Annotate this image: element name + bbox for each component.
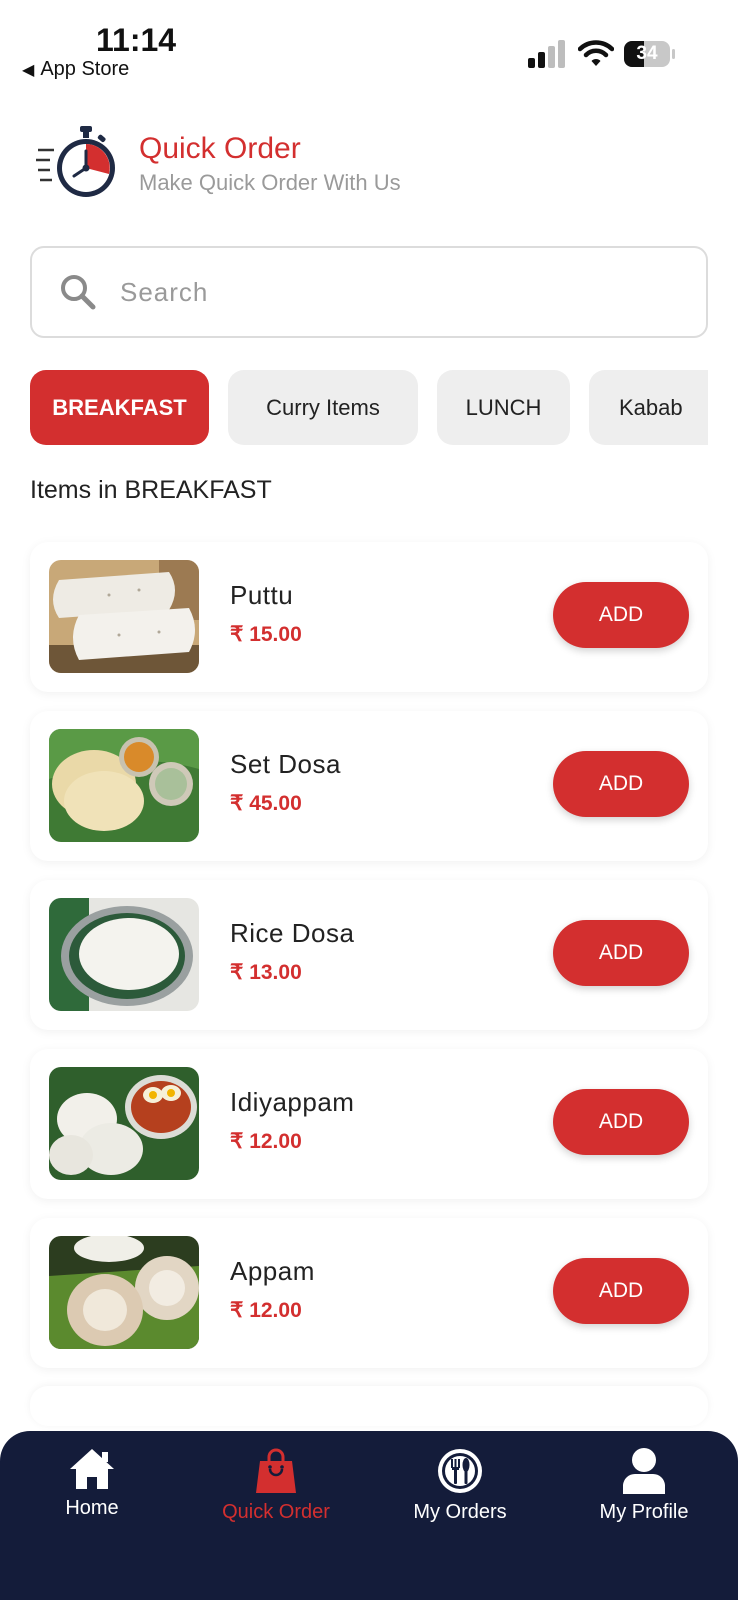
item-price: ₹ 12.00 bbox=[230, 1130, 302, 1153]
list-item-partial bbox=[30, 1386, 708, 1426]
add-button[interactable]: ADD bbox=[553, 1258, 689, 1324]
page-subtitle: Make Quick Order With Us bbox=[139, 170, 401, 195]
item-name: Rice Dosa bbox=[230, 918, 355, 948]
cellular-signal-icon bbox=[528, 40, 565, 68]
page-header: Quick Order Make Quick Order With Us bbox=[36, 124, 716, 204]
item-name: Idiyappam bbox=[230, 1087, 355, 1117]
search-input[interactable] bbox=[120, 276, 640, 308]
battery-icon: 34 bbox=[624, 40, 676, 68]
status-time: 11:14 bbox=[96, 22, 177, 58]
bottom-nav: Home Quick Order My Orders My Profile bbox=[0, 1431, 738, 1600]
list-item: Set Dosa ₹ 45.00 ADD bbox=[30, 711, 708, 861]
wifi-icon bbox=[578, 40, 614, 66]
food-image bbox=[49, 1236, 199, 1349]
food-image bbox=[49, 560, 199, 673]
battery-level: 34 bbox=[636, 43, 658, 64]
back-arrow-icon: ◀ bbox=[22, 61, 35, 79]
nav-label-home: Home bbox=[65, 1497, 119, 1519]
list-item: Idiyappam ₹ 12.00 ADD bbox=[30, 1049, 708, 1199]
plate-cutlery-icon bbox=[438, 1449, 482, 1493]
item-name: Appam bbox=[230, 1256, 315, 1286]
list-item: Appam ₹ 12.00 ADD bbox=[30, 1218, 708, 1368]
category-tab-curry-items[interactable]: Curry Items bbox=[228, 370, 418, 445]
add-button[interactable]: ADD bbox=[553, 1089, 689, 1155]
nav-label-my-profile: My Profile bbox=[599, 1501, 689, 1523]
nav-item-quick-order[interactable]: Quick Order bbox=[184, 1447, 368, 1537]
list-item: Rice Dosa ₹ 13.00 ADD bbox=[30, 880, 708, 1030]
nav-label-quick-order: Quick Order bbox=[222, 1501, 330, 1523]
add-button[interactable]: ADD bbox=[553, 582, 689, 648]
nav-item-home[interactable]: Home bbox=[0, 1447, 184, 1537]
search-icon bbox=[61, 275, 96, 310]
back-label: App Store bbox=[40, 58, 130, 80]
add-button[interactable]: ADD bbox=[553, 751, 689, 817]
nav-label-my-orders: My Orders bbox=[413, 1501, 507, 1523]
back-to-app-store[interactable]: ◀ App Store bbox=[22, 58, 129, 81]
home-icon bbox=[70, 1449, 114, 1489]
list-item: Puttu ₹ 15.00 ADD bbox=[30, 542, 708, 692]
item-name: Puttu bbox=[230, 580, 294, 610]
user-icon bbox=[623, 1448, 665, 1494]
status-bar: 11:14 ◀ App Store 34 bbox=[0, 0, 738, 90]
nav-item-my-orders[interactable]: My Orders bbox=[368, 1447, 552, 1537]
food-image bbox=[49, 1067, 199, 1180]
category-tab-lunch[interactable]: LUNCH bbox=[437, 370, 570, 445]
food-image bbox=[49, 729, 199, 842]
item-price: ₹ 13.00 bbox=[230, 961, 302, 984]
search-box[interactable] bbox=[30, 246, 708, 338]
page-title: Quick Order bbox=[139, 132, 301, 165]
shopping-bag-icon bbox=[256, 1448, 296, 1493]
item-name: Set Dosa bbox=[230, 749, 341, 779]
category-tab-breakfast[interactable]: BREAKFAST bbox=[30, 370, 209, 445]
food-image bbox=[49, 898, 199, 1011]
category-tabs: BREAKFAST Curry Items LUNCH Kabab bbox=[30, 370, 708, 446]
item-price: ₹ 45.00 bbox=[230, 792, 302, 815]
item-price: ₹ 12.00 bbox=[230, 1299, 302, 1322]
item-price: ₹ 15.00 bbox=[230, 623, 302, 646]
section-title: Items in BREAKFAST bbox=[30, 476, 272, 504]
category-tab-kabab[interactable]: Kabab bbox=[589, 370, 708, 445]
nav-item-my-profile[interactable]: My Profile bbox=[552, 1447, 736, 1537]
add-button[interactable]: ADD bbox=[553, 920, 689, 986]
stopwatch-logo-icon bbox=[36, 126, 115, 197]
